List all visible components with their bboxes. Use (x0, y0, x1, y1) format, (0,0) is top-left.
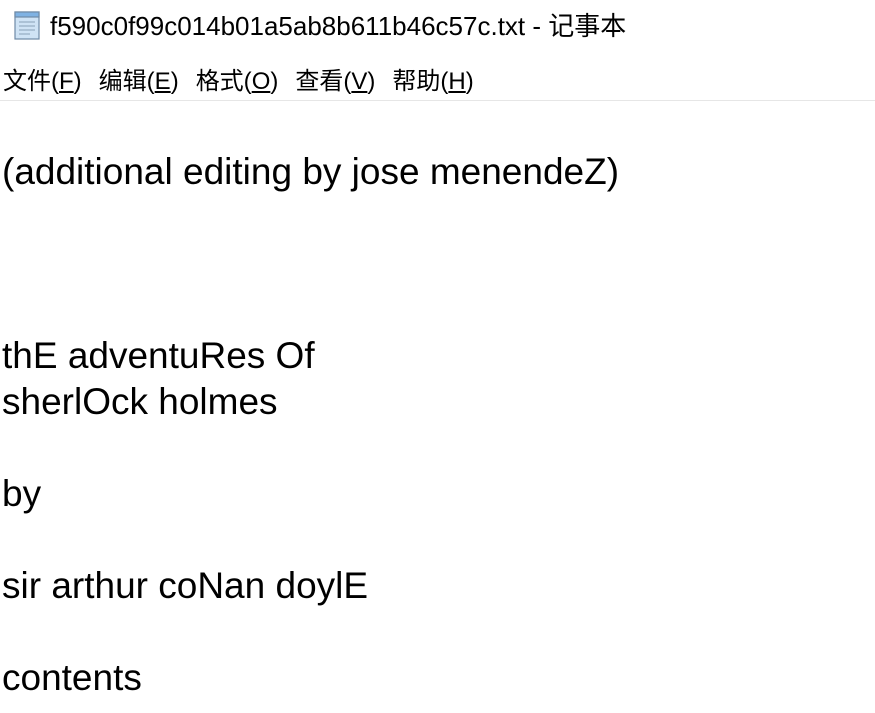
menu-format[interactable]: 格式(O) (193, 65, 287, 97)
window-title: f590c0f99c014b01a5ab8b611b46c57c.txt - 记… (50, 11, 627, 41)
title-bar: f590c0f99c014b01a5ab8b611b46c57c.txt - 记… (0, 0, 875, 54)
text-line: sherlOck holmes (2, 381, 278, 422)
text-line: contents (2, 657, 142, 698)
text-line: (additional editing by jose menendeZ) (2, 151, 620, 192)
notepad-icon[interactable] (10, 8, 44, 42)
menu-edit[interactable]: 编辑(E) (96, 65, 187, 97)
text-line: by (2, 473, 42, 514)
menu-bar: 文件(F) 编辑(E) 格式(O) 查看(V) 帮助(H) (0, 62, 875, 101)
text-editor-area[interactable]: (additional editing by jose menendeZ) th… (0, 101, 875, 713)
text-line: sir arthur coNan doylE (2, 565, 369, 606)
menu-help[interactable]: 帮助(H) (389, 65, 481, 97)
menu-view[interactable]: 查看(V) (292, 65, 383, 97)
menu-file[interactable]: 文件(F) (0, 65, 90, 97)
text-line: thE adventuRes Of (2, 335, 315, 376)
